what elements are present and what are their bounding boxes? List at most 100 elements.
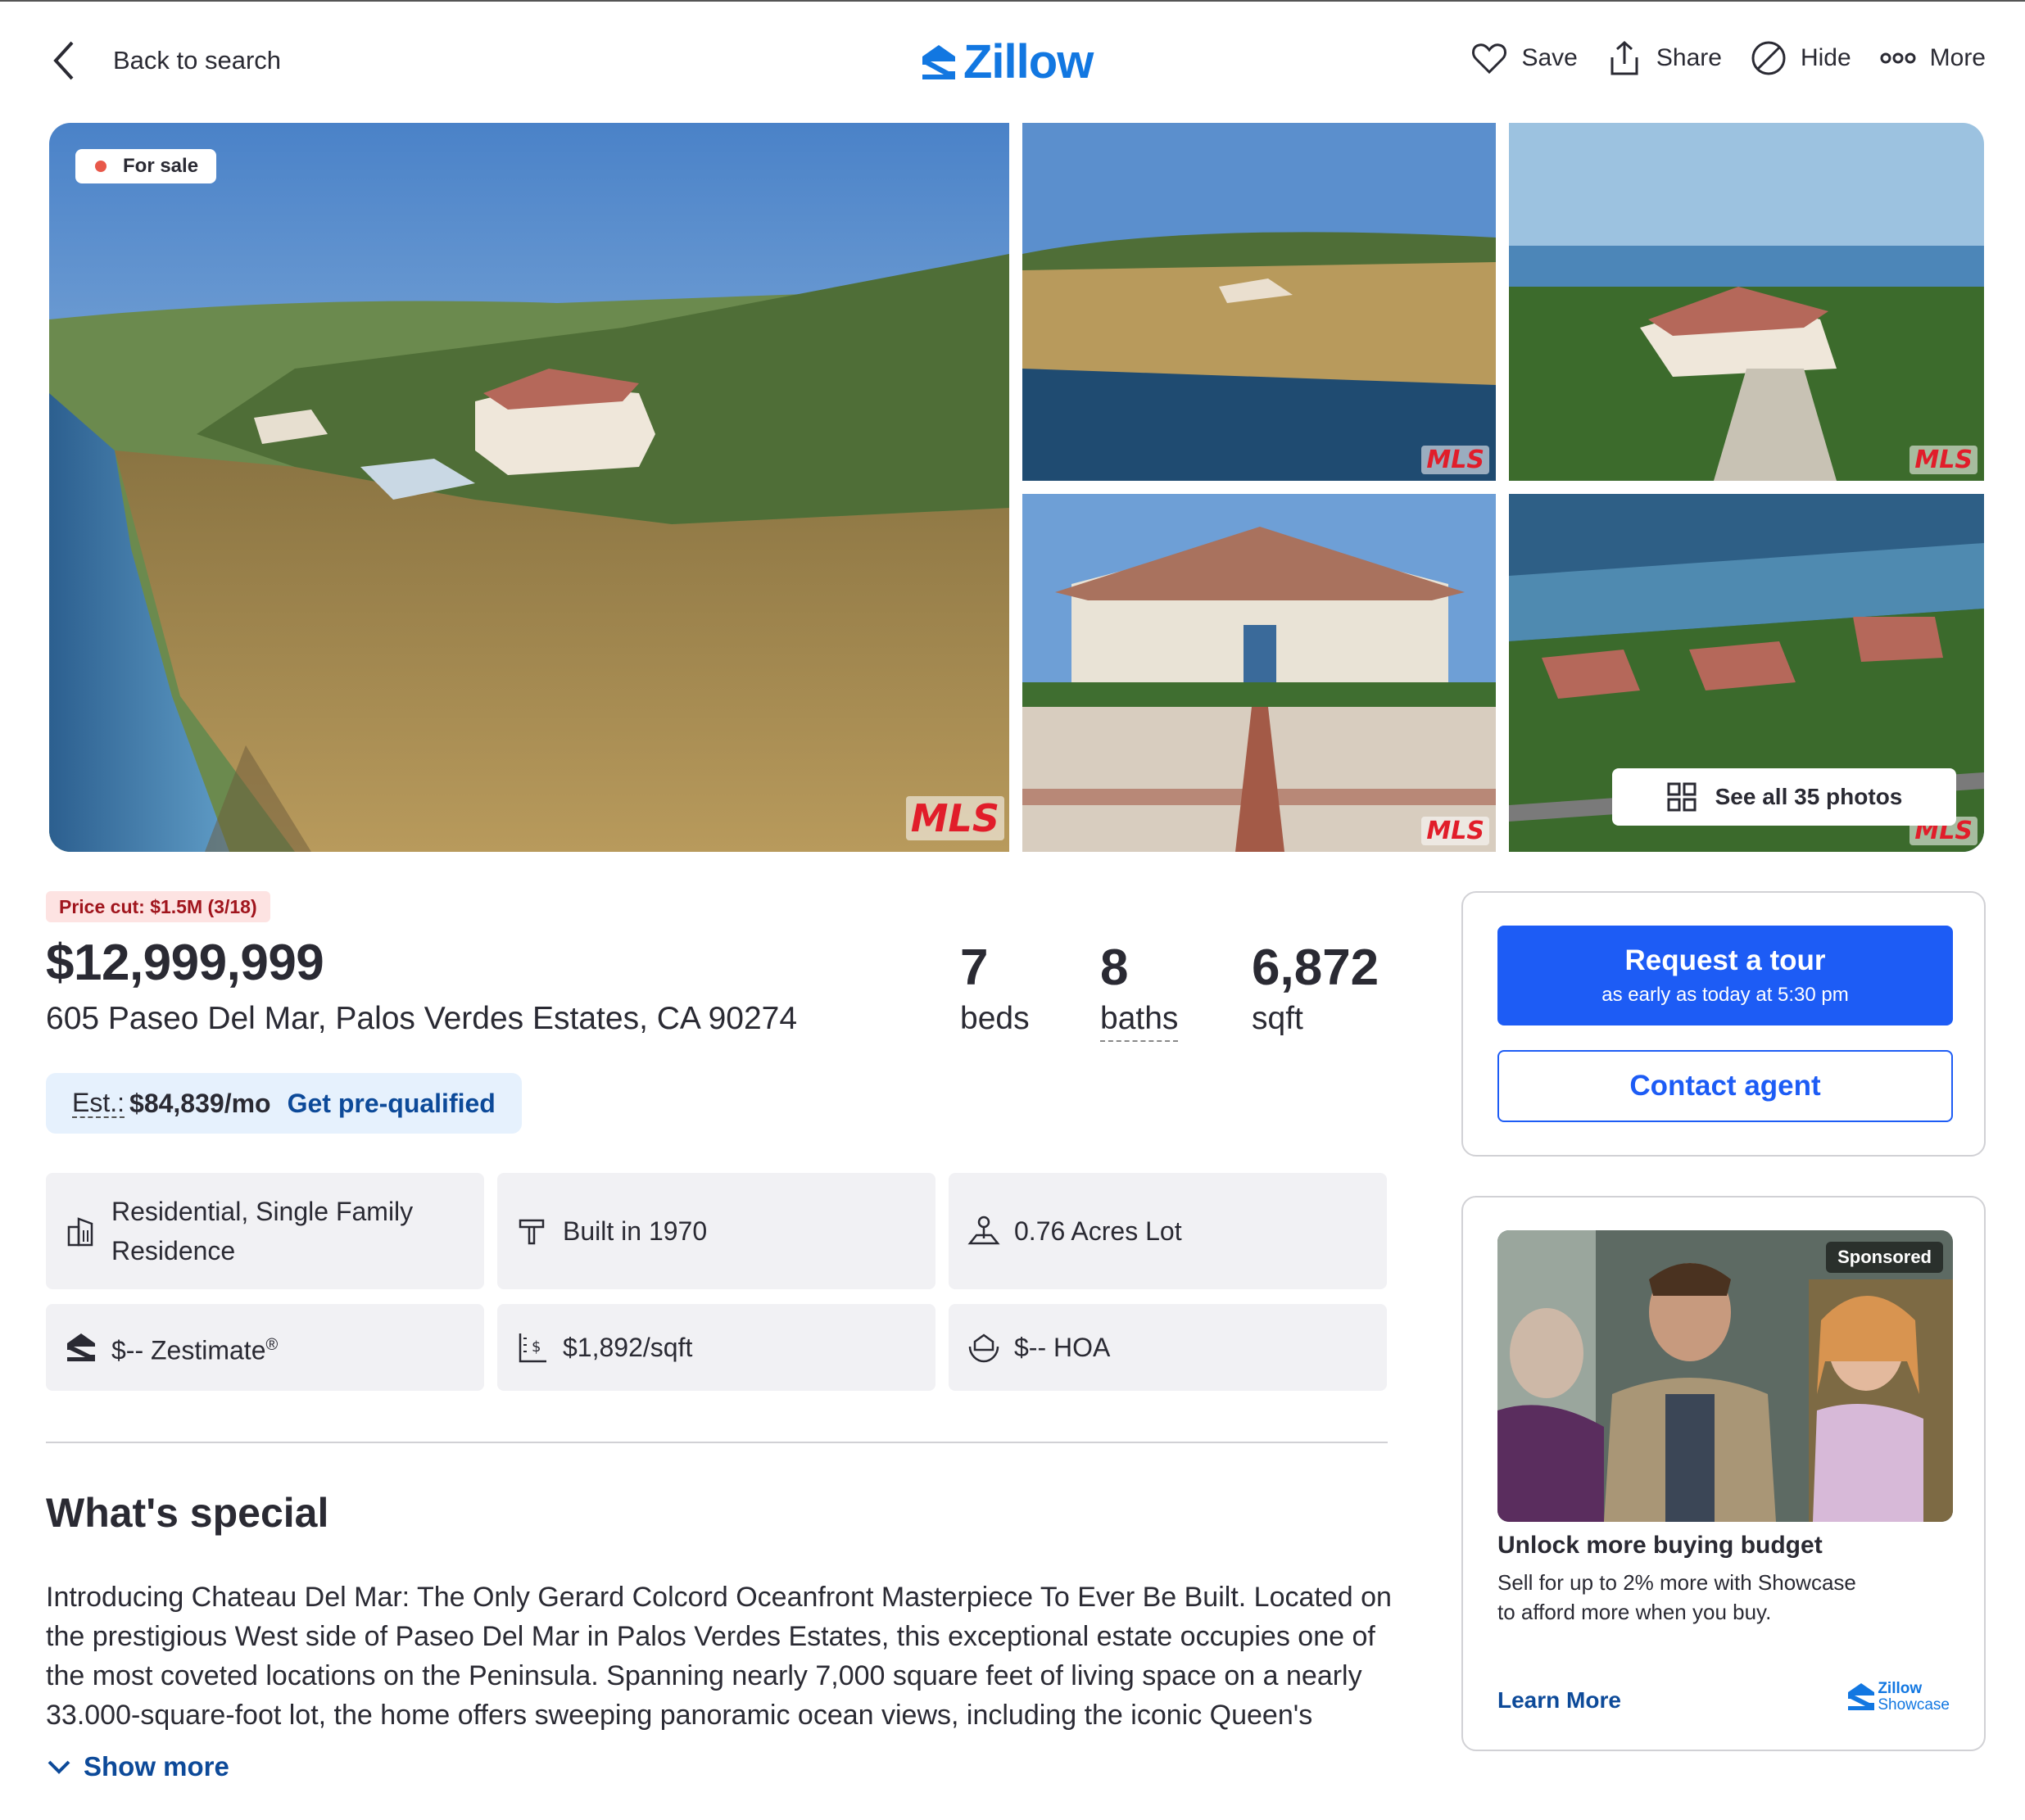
get-prequalified-link[interactable]: Get pre-qualified <box>288 1089 496 1119</box>
building-icon <box>67 1217 93 1247</box>
ad-title: Unlock more buying budget <box>1497 1532 1823 1559</box>
status-dot-icon <box>95 161 106 172</box>
more-button[interactable]: More <box>1879 39 1986 77</box>
save-label: Save <box>1521 44 1578 71</box>
contact-agent-button[interactable]: Contact agent <box>1497 1050 1953 1122</box>
for-sale-label: For sale <box>123 155 199 177</box>
header: Back to search Zillow Save Share Hide Mo… <box>0 2 2025 116</box>
fact-text: 0.76 Acres Lot <box>1014 1216 1182 1246</box>
more-label: More <box>1929 44 1986 71</box>
zestimate-icon <box>67 1333 95 1361</box>
people-photo <box>1497 1230 1953 1522</box>
lot-icon <box>967 1216 1000 1245</box>
section-divider <box>46 1442 1388 1443</box>
photo-thumbnail-2[interactable]: MLS <box>1509 123 1984 481</box>
see-all-photos-button[interactable]: See all 35 photos <box>1612 768 1956 826</box>
listing-price: $12,999,999 <box>46 935 324 991</box>
share-label: Share <box>1656 44 1722 71</box>
front-facade-photo <box>1022 494 1496 852</box>
chevron-down-icon <box>48 1760 70 1774</box>
baths-value: 8 <box>1100 939 1129 996</box>
photo-thumbnail-3[interactable]: MLS <box>1022 494 1496 852</box>
show-more-button[interactable]: Show more <box>46 1751 229 1782</box>
svg-text:$: $ <box>532 1338 541 1356</box>
monthly-estimate: Est.: $84,839/mo Get pre-qualified <box>46 1073 522 1134</box>
fact-year-built: Built in 1970 <box>497 1173 935 1289</box>
showcase-line-2: Showcase <box>1878 1696 1950 1714</box>
zestimate-value: $-- Zestimate <box>111 1335 266 1365</box>
see-all-photos-label: See all 35 photos <box>1715 784 1903 809</box>
back-to-search-button[interactable]: Back to search <box>49 38 281 84</box>
main-photo[interactable]: MLS For sale <box>49 123 1009 852</box>
fact-hoa: $-- HOA <box>949 1304 1387 1391</box>
photo-gallery: MLS For sale MLS MLS MLS MLS See all 35 … <box>49 123 1984 852</box>
hoa-icon <box>968 1333 999 1363</box>
fact-price-per-sqft: $ $1,892/sqft <box>497 1304 935 1391</box>
estimate-label[interactable]: Est.: <box>72 1089 125 1118</box>
grid-icon <box>1667 782 1697 812</box>
fact-lot-size: 0.76 Acres Lot <box>949 1173 1387 1289</box>
showcase-wordmark: Zillow Showcase <box>1878 1681 1950 1714</box>
zillow-showcase-logo: Zillow Showcase <box>1845 1681 1950 1714</box>
beds-value: 7 <box>960 939 989 996</box>
price-cut-badge: Price cut: $1.5M (3/18) <box>46 891 270 922</box>
share-button[interactable]: Share <box>1606 39 1722 77</box>
price-per-sqft-icon: $ <box>519 1333 546 1363</box>
baths-stat[interactable]: 8 baths <box>1100 935 1179 1042</box>
sponsored-ad-card: Sponsored Unlock more buying budget Sell… <box>1461 1196 1986 1751</box>
hide-button[interactable]: Hide <box>1750 39 1851 77</box>
mls-watermark: MLS <box>1909 446 1977 474</box>
baths-unit: baths <box>1100 1001 1179 1042</box>
zillow-house-icon <box>922 44 955 79</box>
beds-stat: 7 beds <box>960 935 1030 1037</box>
brand-name: Zillow <box>963 35 1094 88</box>
showcase-line-1: Zillow <box>1878 1680 1923 1697</box>
aerial-cliff-photo <box>49 123 1009 852</box>
ad-body: Sell for up to 2% more with Showcase to … <box>1497 1570 1856 1624</box>
mls-watermark: MLS <box>1421 446 1489 474</box>
estimate-value: $84,839/mo <box>129 1088 271 1118</box>
header-actions: Save Share Hide More <box>1443 39 1986 77</box>
photo-thumbnail-4[interactable]: MLS See all 35 photos <box>1509 494 1984 852</box>
learn-more-link[interactable]: Learn More <box>1497 1687 1621 1714</box>
sqft-value: 6,872 <box>1252 939 1379 996</box>
tour-card: Request a tour as early as today at 5:30… <box>1461 891 1986 1157</box>
registered-mark: ® <box>265 1335 279 1354</box>
fact-text: $-- HOA <box>1014 1333 1111 1362</box>
mls-watermark: MLS <box>1421 817 1489 845</box>
fact-home-type: Residential, Single Family Residence <box>46 1173 484 1289</box>
save-button[interactable]: Save <box>1470 39 1578 77</box>
fact-text: Residential, Single Family Residence <box>111 1197 414 1265</box>
sqft-stat: 6,872 sqft <box>1252 935 1379 1037</box>
hide-icon <box>1751 41 1786 75</box>
beds-unit: beds <box>960 1001 1030 1036</box>
sponsored-label: Sponsored <box>1826 1242 1943 1273</box>
fact-zestimate[interactable]: $-- Zestimate® <box>46 1304 484 1391</box>
share-icon <box>1610 40 1638 75</box>
heart-icon <box>1472 43 1507 75</box>
show-more-label: Show more <box>84 1751 229 1782</box>
estate-aerial-photo <box>1509 123 1984 481</box>
photo-thumbnail-1[interactable]: MLS <box>1022 123 1496 481</box>
zillow-house-icon <box>1848 1683 1875 1710</box>
request-tour-title: Request a tour <box>1624 944 1826 976</box>
chevron-left-icon <box>53 41 74 80</box>
listing-description: Introducing Chateau Del Mar: The Only Ge… <box>46 1582 1392 1731</box>
fact-text: Built in 1970 <box>563 1216 708 1246</box>
mls-watermark: MLS <box>905 796 1004 840</box>
sqft-unit: sqft <box>1252 1001 1303 1036</box>
hammer-icon <box>519 1219 545 1245</box>
hide-label: Hide <box>1800 44 1851 71</box>
ad-image[interactable]: Sponsored <box>1497 1230 1953 1522</box>
zillow-logo[interactable]: Zillow <box>919 34 1094 89</box>
request-tour-button[interactable]: Request a tour as early as today at 5:30… <box>1497 926 1953 1025</box>
more-dots-icon <box>1880 52 1916 64</box>
fact-text: $-- Zestimate® <box>111 1325 278 1370</box>
request-tour-subtitle: as early as today at 5:30 pm <box>1601 984 1849 1006</box>
fact-text: $1,892/sqft <box>563 1333 693 1362</box>
cliff-ocean-photo <box>1022 123 1496 481</box>
back-to-search-label: Back to search <box>113 46 282 75</box>
listing-address: 605 Paseo Del Mar, Palos Verdes Estates,… <box>46 1001 798 1036</box>
for-sale-badge: For sale <box>75 149 217 183</box>
whats-special-heading: What's special <box>46 1490 329 1536</box>
